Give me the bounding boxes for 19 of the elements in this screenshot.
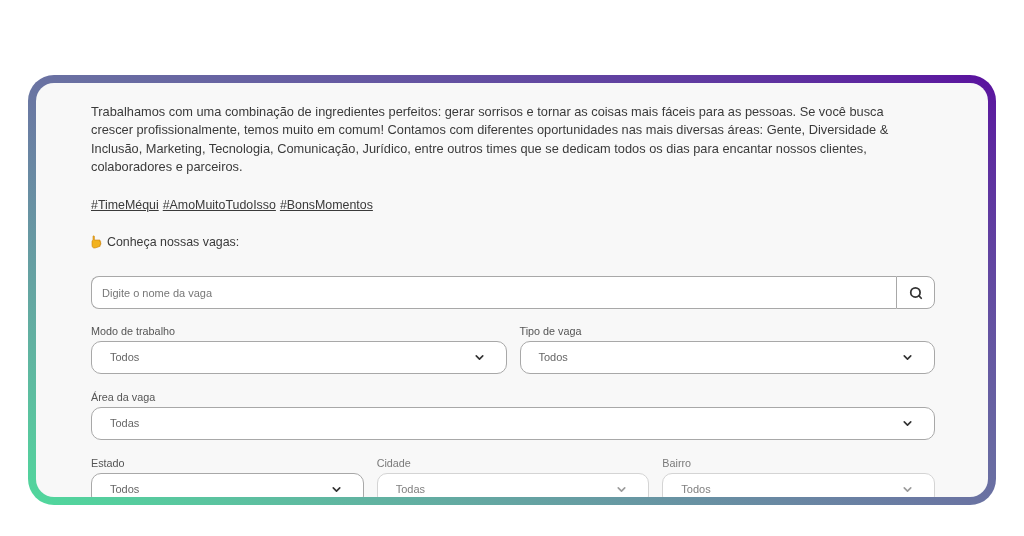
dropdown-select[interactable]: Todas bbox=[91, 407, 935, 441]
field-label: Bairro bbox=[662, 457, 693, 471]
field-label: Estado bbox=[91, 457, 126, 471]
hashtag-link[interactable]: #TimeMéqui bbox=[91, 195, 159, 215]
search-icon bbox=[908, 285, 923, 300]
field-label: Modo de trabalho bbox=[91, 325, 177, 339]
dropdown-select[interactable]: Todos bbox=[91, 341, 507, 375]
search-button[interactable] bbox=[896, 276, 935, 310]
pointing-hand-icon bbox=[91, 235, 103, 250]
field-label: Tipo de vaga bbox=[519, 325, 583, 339]
vacancies-heading: Conheça nossas vagas: bbox=[107, 234, 240, 252]
intro-paragraph: Trabalhamos com uma combinação de ingredientes perfeitos: gerar sorrisos e tornar as coisas mais fáceis para as pessoas. Se você busca crescer profissionalmente, temos muito em comum! Contamos com diferentes oportunidades nas mais diversas áreas: Gente, Diversidade & Inclusão, Marketing, Tecnologia, Comunicação, Jurídico, entre outros times que se dedicam todos os dias para encantar nossos clientes, colaboradores e parceiros. bbox=[91, 103, 890, 177]
hashtag-link[interactable]: #AmoMuitoTudoIsso bbox=[162, 195, 276, 215]
field-label: Cidade bbox=[376, 457, 412, 471]
dropdown-select[interactable]: Todos bbox=[519, 341, 935, 375]
hashtag-link[interactable]: #BonsMomentos bbox=[279, 195, 373, 215]
search-field[interactable]: Digite o nome da vaga bbox=[91, 276, 896, 310]
dropdown-select[interactable]: Todos bbox=[91, 473, 364, 497]
field-label: Área da vaga bbox=[91, 391, 157, 405]
